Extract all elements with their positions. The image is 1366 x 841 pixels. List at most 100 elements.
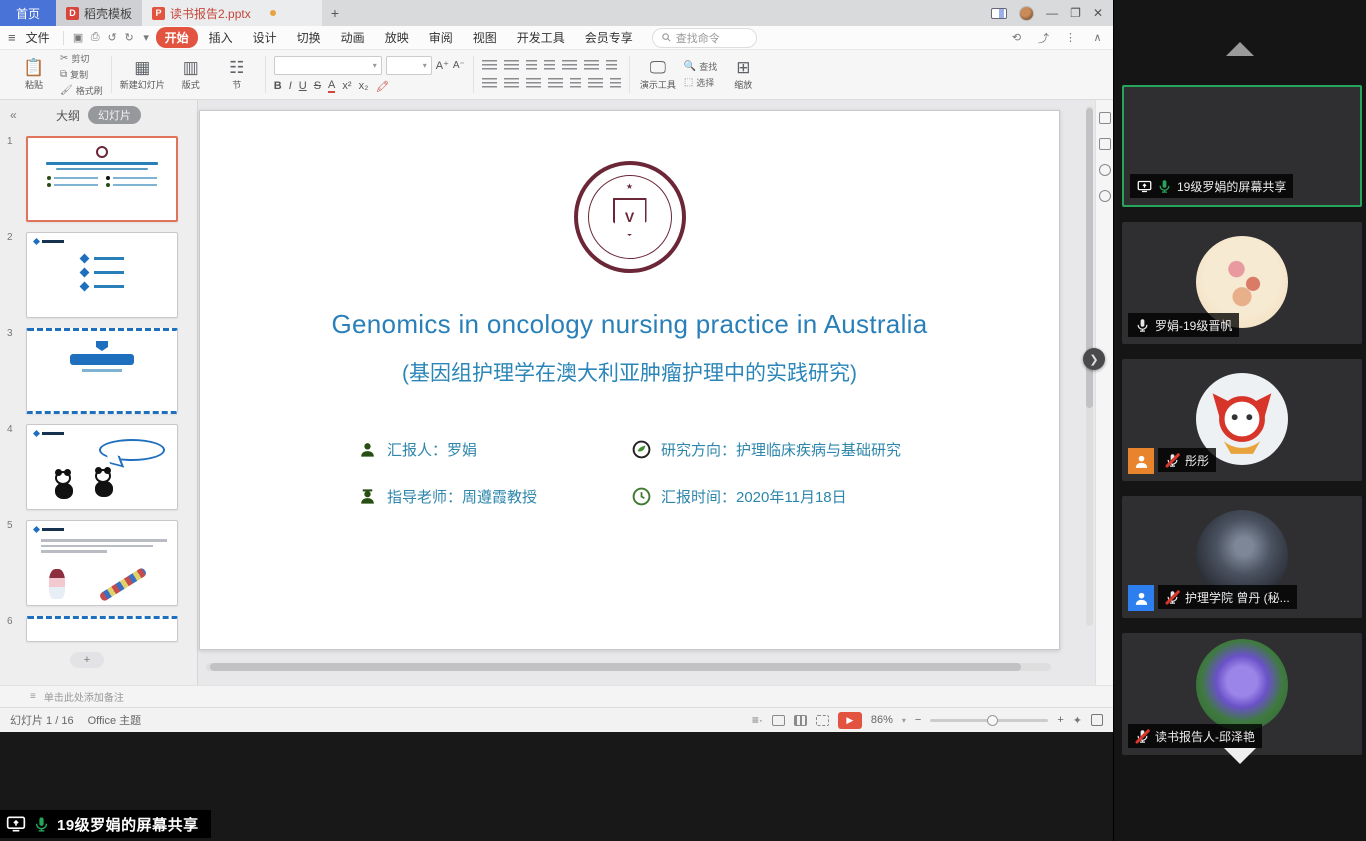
participant-tile-3[interactable]: 彤彤: [1122, 359, 1362, 481]
indent-decrease-button[interactable]: [526, 60, 537, 72]
outline-level-button[interactable]: [610, 78, 621, 90]
new-tab-button[interactable]: +: [322, 0, 348, 26]
menu-tab-5[interactable]: 放映: [376, 27, 418, 48]
participant-tile-1[interactable]: 19级罗娟的屏幕共享: [1122, 85, 1362, 207]
best-fit-icon[interactable]: ✦: [1073, 714, 1082, 727]
horizontal-scrollbar[interactable]: [206, 663, 1051, 671]
slide-thumbnail-1[interactable]: [26, 136, 178, 222]
sync-icon[interactable]: ⟲: [1009, 30, 1024, 45]
distribute-button[interactable]: [570, 78, 581, 90]
cut-button[interactable]: ✂ 剪切: [60, 52, 103, 65]
bold-button[interactable]: B: [274, 80, 282, 92]
hamburger-icon[interactable]: ≡: [8, 30, 16, 45]
underline-button[interactable]: U: [299, 80, 307, 92]
notes-bar[interactable]: ≡ 单击此处添加备注: [0, 685, 1113, 707]
tab-file[interactable]: P 读书报告2.pptx: [142, 0, 322, 26]
slide-sorter-button[interactable]: [794, 715, 807, 726]
tab-template[interactable]: D 稻壳模板: [56, 0, 142, 26]
presentation-tools-button[interactable]: 🖵 演示工具: [638, 59, 678, 91]
save-icon[interactable]: ▣: [71, 30, 86, 45]
styles-icon[interactable]: [1099, 164, 1111, 176]
zoom-slider-knob[interactable]: [987, 715, 998, 726]
zoom-percent[interactable]: 86%: [871, 714, 893, 726]
more-quick-icon[interactable]: ▾: [139, 30, 154, 45]
find-button[interactable]: 🔍 查找: [684, 60, 717, 73]
align-left-button[interactable]: [482, 78, 497, 90]
docs-mode-icon[interactable]: [991, 8, 1007, 19]
participant-tile-4[interactable]: 护理学院 曾丹 (秘...: [1122, 496, 1362, 618]
command-search-input[interactable]: 查找命令: [652, 28, 757, 48]
text-direction-button[interactable]: [584, 60, 599, 72]
slides-tab[interactable]: 幻灯片: [88, 106, 141, 124]
copy-button[interactable]: ⧉ 复制: [60, 68, 103, 81]
close-button[interactable]: ✕: [1093, 7, 1103, 19]
zoom-in-button[interactable]: +: [1057, 714, 1063, 726]
account-avatar[interactable]: [1019, 6, 1034, 21]
new-slide-button[interactable]: ▦ 新建幻灯片: [120, 59, 165, 91]
zoom-out-button[interactable]: −: [915, 714, 921, 726]
outline-tab[interactable]: 大纲: [56, 107, 80, 124]
collapse-ribbon-icon[interactable]: ∧: [1090, 30, 1105, 45]
file-menu[interactable]: 文件: [20, 29, 56, 46]
font-family-combo[interactable]: ▾: [274, 56, 382, 75]
tab-home[interactable]: 首页: [0, 0, 56, 26]
font-shrink-button[interactable]: A⁻: [453, 60, 465, 71]
share-icon[interactable]: ⤴: [1036, 30, 1051, 45]
print-icon[interactable]: ⎙: [88, 30, 103, 45]
numbered-list-button[interactable]: [588, 78, 603, 90]
highlight-button[interactable]: 🖍: [375, 80, 389, 93]
zoom-slider[interactable]: [930, 719, 1048, 722]
slide-thumbnail-4[interactable]: [26, 424, 178, 510]
zoom-caret-icon[interactable]: ▾: [902, 716, 906, 725]
expand-panel-button[interactable]: ❯: [1083, 348, 1105, 370]
menu-tab-0[interactable]: 开始: [156, 27, 198, 48]
layout-button[interactable]: ▥ 版式: [171, 59, 211, 91]
justify-button[interactable]: [548, 78, 563, 90]
line-spacing-button[interactable]: [562, 60, 577, 72]
minimize-button[interactable]: —: [1046, 7, 1058, 19]
align-center-button[interactable]: [504, 78, 519, 90]
scroll-down-arrow[interactable]: [1224, 748, 1256, 764]
menu-tab-7[interactable]: 视图: [464, 27, 506, 48]
zoom-tool-button[interactable]: ⊞ 缩放: [723, 59, 763, 91]
align-right-button[interactable]: [526, 78, 541, 90]
participant-tile-5[interactable]: 读书报告人-邱泽艳: [1122, 633, 1362, 755]
scroll-up-arrow[interactable]: [1226, 42, 1254, 56]
menu-tab-6[interactable]: 审阅: [420, 27, 462, 48]
numbering-button[interactable]: [504, 60, 519, 72]
reading-view-button[interactable]: [816, 715, 829, 726]
collapse-panel-button[interactable]: «: [10, 108, 17, 122]
participant-tile-2[interactable]: 罗娟-19级晋帆: [1122, 222, 1362, 344]
menu-tab-9[interactable]: 会员专享: [576, 27, 642, 48]
add-slide-button[interactable]: +: [70, 652, 104, 668]
menu-tab-2[interactable]: 设计: [244, 27, 286, 48]
redo-icon[interactable]: ↻: [122, 30, 137, 45]
menu-tab-8[interactable]: 开发工具: [508, 27, 574, 48]
current-slide[interactable]: ★ V Genomics in oncology nursing practic…: [199, 110, 1060, 650]
font-enlarge-button[interactable]: A⁺: [436, 59, 449, 72]
slide-thumbnail-3[interactable]: [26, 328, 178, 414]
slideshow-play-button[interactable]: ▶: [838, 712, 862, 729]
subscript-button[interactable]: x₂: [359, 80, 369, 92]
properties-icon[interactable]: [1099, 112, 1111, 124]
bullets-button[interactable]: [482, 60, 497, 72]
normal-view-button[interactable]: [772, 715, 785, 726]
notes-toggle-icon[interactable]: ≡·: [752, 713, 763, 727]
indent-increase-button[interactable]: [544, 60, 555, 72]
menu-tab-4[interactable]: 动画: [332, 27, 374, 48]
section-button[interactable]: ☷ 节: [217, 59, 257, 91]
slide-thumbnail-5[interactable]: [26, 520, 178, 606]
columns-button[interactable]: [606, 60, 617, 72]
select-button[interactable]: ⬚ 选择: [684, 76, 717, 89]
font-size-combo[interactable]: ▾: [386, 56, 432, 75]
fit-slide-button[interactable]: [1091, 714, 1103, 726]
help-icon[interactable]: [1099, 190, 1111, 202]
strikethrough-button[interactable]: S: [314, 80, 321, 92]
format-painter-button[interactable]: 🖌 格式刷: [60, 84, 103, 97]
slide-thumbnail-2[interactable]: [26, 232, 178, 318]
font-color-button[interactable]: A: [328, 79, 335, 93]
superscript-button[interactable]: x²: [342, 80, 351, 92]
italic-button[interactable]: I: [289, 80, 292, 92]
more-menu-icon[interactable]: ⋮: [1063, 30, 1078, 45]
objects-icon[interactable]: [1099, 138, 1111, 150]
